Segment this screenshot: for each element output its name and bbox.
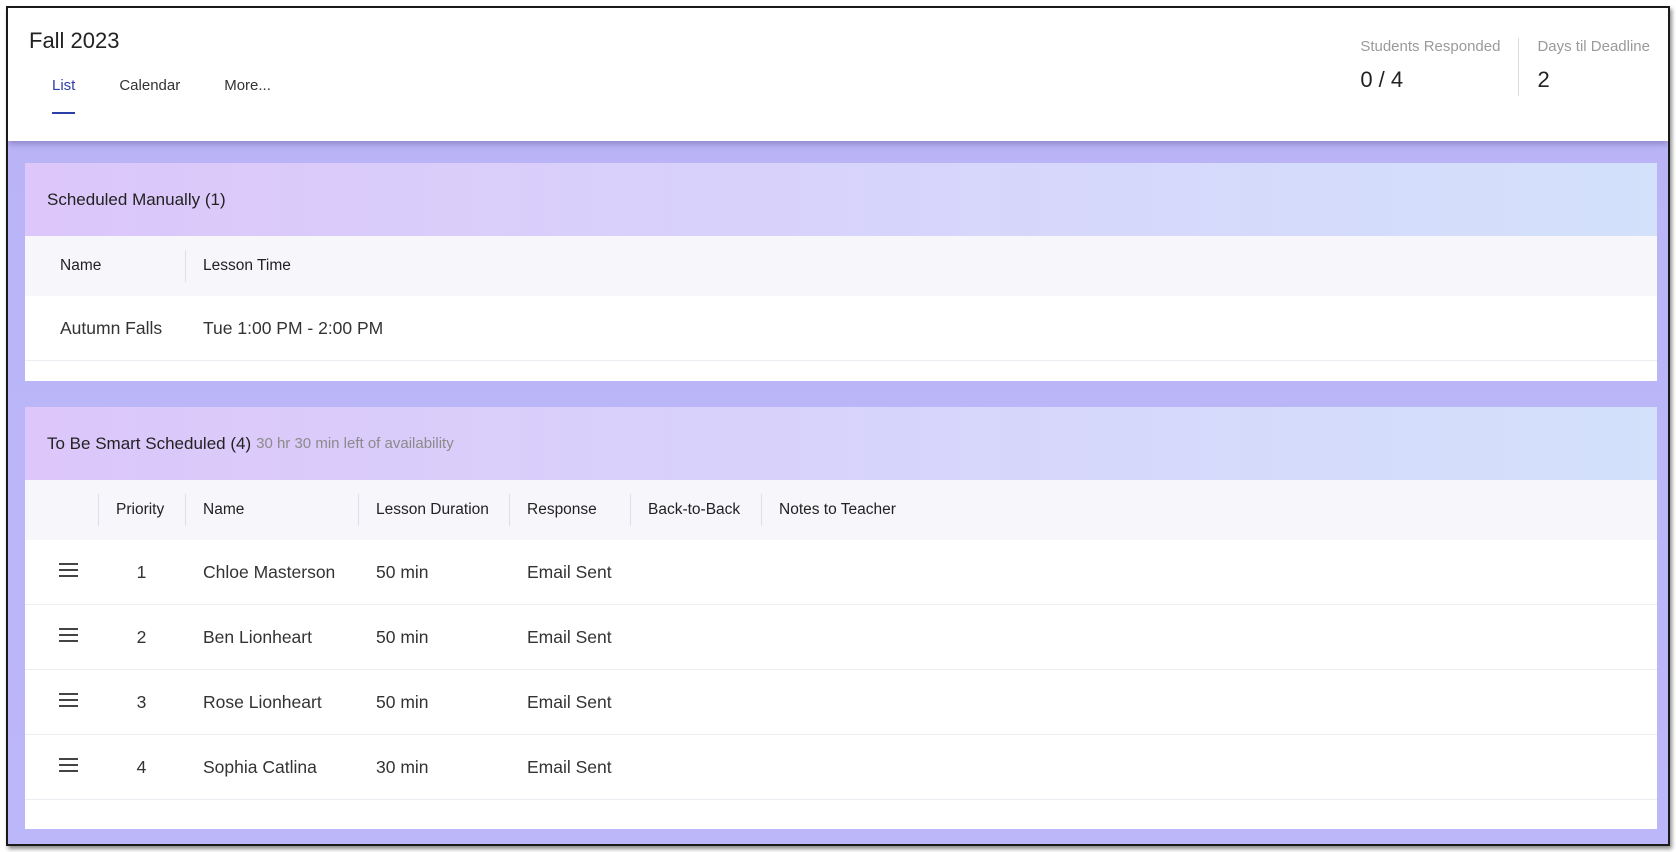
column-header-lesson-duration[interactable]: Lesson Duration bbox=[358, 494, 509, 526]
student-name: Ben Lionheart bbox=[203, 626, 312, 647]
student-name: Rose Lionheart bbox=[203, 691, 322, 712]
table-row[interactable]: Autumn Falls Tue 1:00 PM - 2:00 PM bbox=[25, 296, 1657, 361]
lesson-time: Tue 1:00 PM - 2:00 PM bbox=[203, 317, 384, 338]
stat-value: 2 bbox=[1537, 67, 1550, 92]
stat-label: Students Responded bbox=[1360, 38, 1501, 55]
response-status: Email Sent bbox=[527, 691, 612, 712]
drag-handle-icon[interactable] bbox=[59, 757, 78, 773]
panel-title: To Be Smart Scheduled (4) bbox=[47, 433, 252, 453]
table-header: Name Lesson Time bbox=[25, 236, 1657, 296]
tab-calendar[interactable]: Calendar bbox=[105, 74, 194, 114]
lesson-duration: 50 min bbox=[376, 691, 429, 712]
panel-header: To Be Smart Scheduled (4) 30 hr 30 min l… bbox=[25, 407, 1657, 480]
panel-header: Scheduled Manually (1) bbox=[25, 163, 1657, 236]
student-name: Chloe Masterson bbox=[203, 561, 336, 582]
lesson-duration: 50 min bbox=[376, 561, 429, 582]
drag-handle-icon[interactable] bbox=[59, 692, 78, 708]
stat-label: Days til Deadline bbox=[1537, 38, 1650, 55]
stat-value: 0 / 4 bbox=[1360, 67, 1404, 92]
availability-remaining: 30 hr 30 min left of availability bbox=[256, 435, 454, 452]
smart-scheduled-panel: To Be Smart Scheduled (4) 30 hr 30 min l… bbox=[25, 407, 1657, 829]
stat-days-til-deadline: Days til Deadline 2 bbox=[1519, 38, 1650, 96]
column-header-back-to-back[interactable]: Back-to-Back bbox=[630, 494, 761, 526]
drag-handle-icon[interactable] bbox=[59, 627, 78, 643]
response-status: Email Sent bbox=[527, 756, 612, 777]
student-name: Sophia Catlina bbox=[203, 756, 317, 777]
column-header-lesson-time[interactable]: Lesson Time bbox=[185, 250, 485, 282]
lesson-duration: 50 min bbox=[376, 626, 429, 647]
tab-list[interactable]: List bbox=[38, 74, 89, 114]
tab-more[interactable]: More... bbox=[210, 74, 285, 114]
lesson-duration: 30 min bbox=[376, 756, 429, 777]
page-title: Fall 2023 bbox=[29, 28, 120, 53]
column-header-name[interactable]: Name bbox=[185, 494, 358, 526]
table-header: Priority Name Lesson Duration Response B… bbox=[25, 480, 1657, 540]
column-header-priority[interactable]: Priority bbox=[98, 494, 185, 526]
drag-handle-icon[interactable] bbox=[59, 562, 78, 578]
response-status: Email Sent bbox=[527, 626, 612, 647]
table-row[interactable]: 2 Ben Lionheart 50 min Email Sent bbox=[25, 605, 1657, 670]
table-row[interactable]: 3 Rose Lionheart 50 min Email Sent bbox=[25, 670, 1657, 735]
priority: 3 bbox=[136, 691, 147, 712]
table-row[interactable]: 1 Chloe Masterson 50 min Email Sent bbox=[25, 540, 1657, 605]
priority: 2 bbox=[136, 626, 147, 647]
scheduled-manually-panel: Scheduled Manually (1) Name Lesson Time … bbox=[25, 163, 1657, 381]
student-name: Autumn Falls bbox=[60, 317, 163, 338]
priority: 1 bbox=[136, 561, 147, 582]
column-header-response[interactable]: Response bbox=[509, 494, 630, 526]
column-header-notes-to-teacher[interactable]: Notes to Teacher bbox=[761, 494, 961, 526]
table-row[interactable]: 4 Sophia Catlina 30 min Email Sent bbox=[25, 735, 1657, 800]
panel-title: Scheduled Manually (1) bbox=[47, 189, 226, 209]
summary-stats: Students Responded 0 / 4 Days til Deadli… bbox=[1360, 38, 1650, 96]
column-header-name[interactable]: Name bbox=[25, 250, 185, 282]
priority: 4 bbox=[136, 756, 147, 777]
stat-students-responded: Students Responded 0 / 4 bbox=[1360, 38, 1520, 96]
column-header-handle bbox=[25, 494, 98, 526]
response-status: Email Sent bbox=[527, 561, 612, 582]
view-tabs: List Calendar More... bbox=[38, 74, 285, 118]
page-header: Fall 2023 List Calendar More... Students… bbox=[8, 8, 1668, 141]
app-window: Fall 2023 List Calendar More... Students… bbox=[6, 6, 1670, 846]
